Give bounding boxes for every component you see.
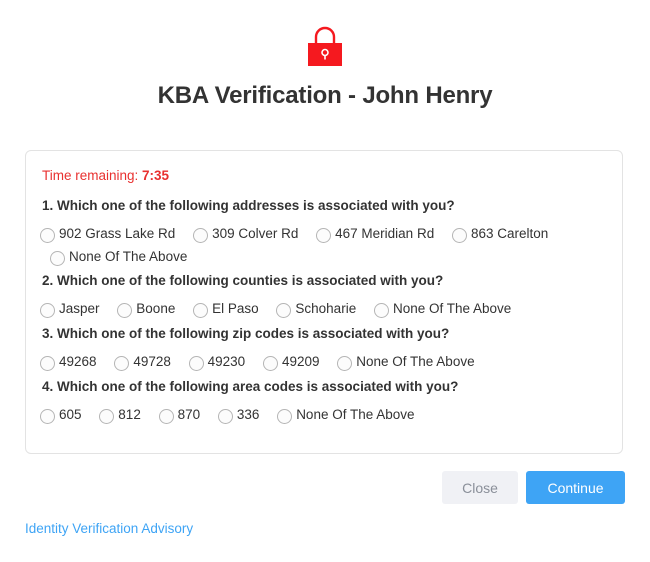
question-4-options: 605 812 870 336 None Of The Above xyxy=(40,403,610,427)
radio-button[interactable] xyxy=(373,302,389,318)
question-1-options: 902 Grass Lake Rd 309 Colver Rd 467 Meri… xyxy=(40,222,610,269)
q3-option-4[interactable]: 49209 xyxy=(262,350,320,372)
q4-option-5[interactable]: None Of The Above xyxy=(277,403,415,425)
question-3: 3. Which one of the following zip codes … xyxy=(42,326,450,341)
q2-option-1[interactable]: Jasper xyxy=(40,297,100,319)
q1-option-3[interactable]: 467 Meridian Rd xyxy=(316,222,434,244)
option-label: 605 xyxy=(59,406,82,422)
option-label: Jasper xyxy=(59,300,100,316)
q1-option-5[interactable]: None Of The Above xyxy=(50,246,187,268)
radio-button[interactable] xyxy=(40,355,55,371)
page-title: KBA Verification - John Henry xyxy=(157,82,493,109)
option-label: 49209 xyxy=(281,353,320,369)
q3-option-1[interactable]: 49268 xyxy=(40,350,97,372)
option-label: 467 Meridian Rd xyxy=(335,225,435,241)
radio-button[interactable] xyxy=(114,355,130,371)
option-label: 902 Grass Lake Rd xyxy=(59,225,176,241)
radio-button[interactable] xyxy=(451,227,467,243)
radio-button[interactable] xyxy=(188,355,204,371)
option-label: None Of The Above xyxy=(69,249,188,264)
time-remaining-label: Time remaining: xyxy=(42,168,139,183)
radio-button[interactable] xyxy=(316,227,332,243)
radio-button[interactable] xyxy=(276,302,292,318)
q2-option-5[interactable]: None Of The Above xyxy=(373,297,512,319)
question-2-options: Jasper Boone El Paso Schoharie None Of T… xyxy=(40,297,610,321)
q1-option-4[interactable]: 863 Carelton xyxy=(451,222,549,244)
option-label: None Of The Above xyxy=(356,353,475,369)
radio-button[interactable] xyxy=(217,408,233,424)
question-2: 2. Which one of the following counties i… xyxy=(42,273,444,288)
question-1: 1. Which one of the following addresses … xyxy=(42,198,455,213)
q4-option-4[interactable]: 336 xyxy=(217,403,260,425)
q2-option-3[interactable]: El Paso xyxy=(193,297,259,319)
option-label: El Paso xyxy=(212,300,259,316)
close-button[interactable]: Close xyxy=(442,471,518,504)
radio-button[interactable] xyxy=(117,302,133,318)
option-label: Boone xyxy=(136,300,176,316)
kba-questions-panel: Time remaining: 7:35 1. Which one of the… xyxy=(25,150,623,454)
radio-button[interactable] xyxy=(193,227,209,243)
question-4: 4. Which one of the following area codes… xyxy=(42,379,459,394)
radio-button[interactable] xyxy=(99,408,115,424)
radio-button[interactable] xyxy=(50,251,65,266)
identity-verification-advisory-link[interactable]: Identity Verification Advisory xyxy=(25,521,193,536)
option-label: Schoharie xyxy=(295,300,357,316)
q2-option-4[interactable]: Schoharie xyxy=(276,297,356,319)
option-label: 49728 xyxy=(133,353,171,369)
q1-option-2[interactable]: 309 Colver Rd xyxy=(193,222,298,244)
q3-option-2[interactable]: 49728 xyxy=(114,350,171,372)
q4-option-2[interactable]: 812 xyxy=(99,403,141,425)
lock-icon xyxy=(308,26,342,66)
q2-option-2[interactable]: Boone xyxy=(117,297,175,319)
q3-option-3[interactable]: 49230 xyxy=(188,350,246,372)
option-label: 309 Colver Rd xyxy=(212,225,299,241)
option-label: None Of The Above xyxy=(296,406,415,422)
radio-button[interactable] xyxy=(337,355,353,371)
radio-button[interactable] xyxy=(40,302,55,318)
option-label: 49268 xyxy=(59,353,97,369)
time-remaining: Time remaining: 7:35 xyxy=(42,168,169,183)
radio-button[interactable] xyxy=(277,408,293,424)
q3-option-5[interactable]: None Of The Above xyxy=(337,350,475,372)
q4-option-1[interactable]: 605 xyxy=(40,403,82,425)
radio-button[interactable] xyxy=(40,408,55,424)
radio-button[interactable] xyxy=(40,227,55,243)
option-label: 812 xyxy=(118,406,141,422)
radio-button[interactable] xyxy=(262,355,278,371)
option-label: 336 xyxy=(236,406,260,422)
time-remaining-value: 7:35 xyxy=(142,168,170,183)
option-label: 863 Carelton xyxy=(470,225,549,241)
radio-button[interactable] xyxy=(193,302,209,318)
question-3-options: 49268 49728 49230 49209 None Of The Abov… xyxy=(40,350,610,374)
radio-button[interactable] xyxy=(158,408,174,424)
option-label: None Of The Above xyxy=(392,300,512,316)
q4-option-3[interactable]: 870 xyxy=(158,403,201,425)
option-label: 49230 xyxy=(207,353,246,369)
continue-button[interactable]: Continue xyxy=(526,471,625,504)
q1-option-1[interactable]: 902 Grass Lake Rd xyxy=(40,222,175,244)
option-label: 870 xyxy=(177,406,201,422)
